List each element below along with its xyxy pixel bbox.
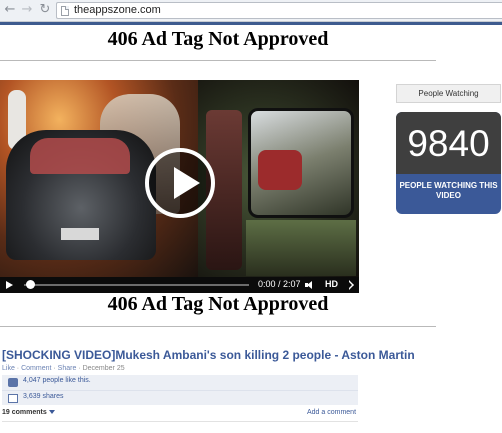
arrow-left-icon[interactable]: ←: [3, 3, 17, 17]
post-meta: Like · Comment · Share · December 25: [2, 365, 125, 372]
top-rule: [0, 22, 502, 25]
seek-handle[interactable]: [26, 280, 35, 289]
likes-count[interactable]: 4,047 people like this.: [23, 377, 91, 384]
viewer-count: 9840: [396, 112, 501, 174]
share-icon: [8, 394, 18, 403]
people-watching-label: People Watching: [396, 84, 501, 103]
post-title[interactable]: [SHOCKING VIDEO]Mukesh Ambani's son kill…: [2, 348, 415, 362]
video-frame-right: [198, 80, 359, 277]
play-icon[interactable]: [145, 148, 215, 218]
reload-icon[interactable]: ↻: [38, 3, 52, 17]
crashed-car: [6, 130, 156, 260]
thumbs-up-icon: [8, 378, 18, 387]
address-bar[interactable]: theappszone.com: [56, 2, 502, 19]
video-time: 0:00 / 2:07: [258, 279, 301, 289]
like-link[interactable]: Like: [2, 365, 15, 372]
chevron-down-icon[interactable]: [48, 410, 55, 415]
add-comment-link[interactable]: Add a comment: [307, 409, 356, 416]
post-date: December 25: [82, 365, 125, 372]
comment-link[interactable]: Comment: [21, 365, 51, 372]
engagement-box: 4,047 people like this. 3,639 shares: [2, 375, 358, 405]
arrow-right-icon[interactable]: →: [20, 3, 34, 17]
likes-row: 4,047 people like this.: [2, 375, 358, 390]
ad-tag-heading-top: 406 Ad Tag Not Approved: [107, 28, 329, 50]
seek-bar[interactable]: [24, 284, 249, 286]
divider: [0, 326, 436, 327]
viewer-caption: PEOPLE WATCHING THIS VIDEO: [399, 181, 498, 200]
video-controls: 0:00 / 2:07 HD: [0, 277, 359, 293]
divider: [0, 60, 436, 61]
divider: [2, 421, 358, 422]
comments-count[interactable]: 19 comments: [2, 409, 47, 416]
share-link[interactable]: Share: [58, 365, 77, 372]
shares-row: 3,639 shares: [2, 390, 358, 405]
url-text[interactable]: theappszone.com: [74, 4, 161, 16]
facebook-post: [SHOCKING VIDEO]Mukesh Ambani's son kill…: [0, 346, 415, 433]
viewer-counter: 9840 PEOPLE WATCHING THIS VIDEO: [396, 112, 501, 214]
fullscreen-icon[interactable]: [344, 280, 354, 290]
volume-icon[interactable]: [305, 280, 315, 290]
shares-count[interactable]: 3,639 shares: [23, 393, 63, 400]
hd-toggle[interactable]: HD: [325, 279, 338, 289]
comments-toggle[interactable]: 19 comments: [2, 409, 55, 416]
play-button-icon[interactable]: [6, 281, 13, 289]
video-player[interactable]: 0:00 / 2:07 HD: [0, 80, 359, 293]
browser-toolbar: ← → ↻ theappszone.com: [0, 0, 502, 22]
page-icon: [61, 6, 69, 16]
ad-tag-heading-bottom: 406 Ad Tag Not Approved: [107, 293, 329, 315]
